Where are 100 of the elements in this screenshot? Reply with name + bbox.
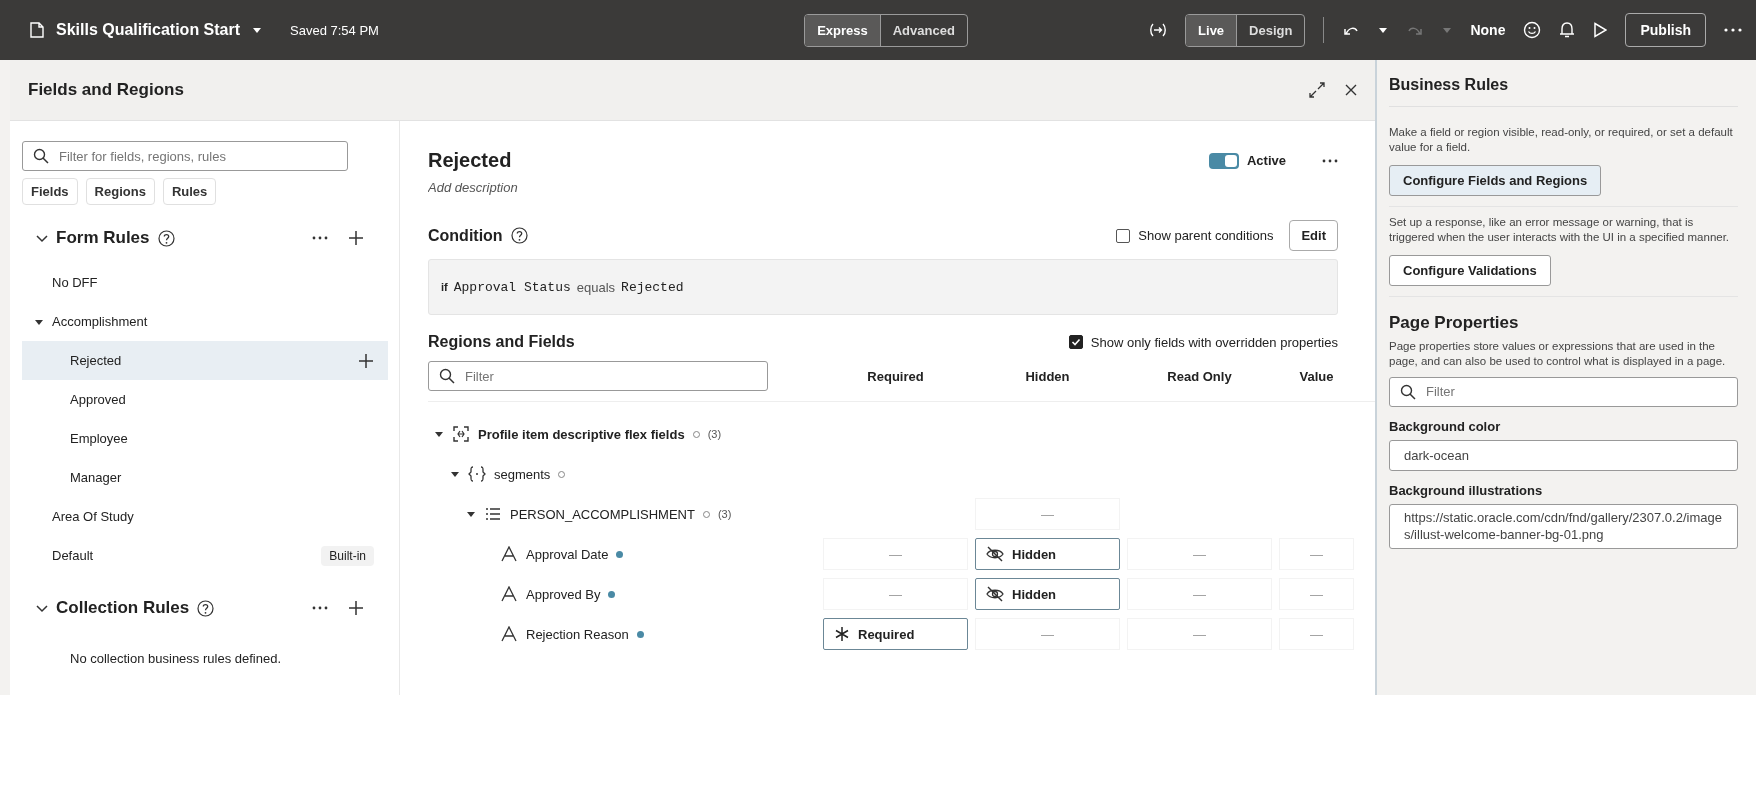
filter-field[interactable]: Filter bbox=[1389, 376, 1738, 407]
section-title: Page Properties bbox=[1389, 312, 1520, 333]
filter-chip[interactable]: Regions bbox=[85, 178, 155, 205]
rule-label: Approved bbox=[70, 392, 127, 407]
search-icon bbox=[33, 148, 49, 164]
column-header: Required bbox=[866, 368, 925, 384]
rule-item[interactable]: Area Of Study bbox=[22, 497, 388, 536]
text-field-icon bbox=[501, 546, 517, 562]
edit-button[interactable]: Edit bbox=[1289, 220, 1338, 251]
section-description: Set up a response, like an error message or warning, that is triggered when the user interacts with the UI in a specified manner. bbox=[1389, 214, 1731, 245]
required-chip[interactable]: Required bbox=[823, 618, 968, 650]
panel-title: Fields and Regions bbox=[28, 80, 184, 100]
section-description: Make a field or region visible, read-only, or required, or set a default value for a field. bbox=[1389, 125, 1734, 155]
search-icon bbox=[439, 368, 455, 384]
built-in-badge: Built-in bbox=[321, 545, 374, 566]
rule-label: Rejected bbox=[70, 353, 123, 368]
filter-chip[interactable]: Fields bbox=[22, 178, 78, 205]
more-icon[interactable] bbox=[1724, 28, 1742, 32]
publish-button[interactable]: Publish bbox=[1625, 13, 1706, 47]
search-field[interactable]: Filter for fields, regions, rules bbox=[22, 141, 348, 171]
rule-label: Accomplishment bbox=[52, 314, 149, 329]
text-area[interactable]: https://static.oracle.com/cdn/fnd/gallery/2307.0.2/images/illust-welcome-banner-bg-01.png bbox=[1389, 503, 1738, 549]
section-description: Page properties store values or expressions that are used in the page, and can also be used to control what is displayed in a page. bbox=[1389, 338, 1727, 369]
rule-item[interactable]: Default Built-in bbox=[22, 536, 388, 575]
page-title[interactable]: Skills Qualification Start bbox=[56, 21, 241, 39]
add-icon[interactable] bbox=[348, 600, 364, 616]
rule-item[interactable]: No DFF bbox=[22, 263, 388, 302]
rule-item[interactable]: Employee bbox=[22, 419, 388, 458]
view-tab[interactable]: Design bbox=[1236, 14, 1305, 46]
column-header: Value bbox=[1298, 368, 1335, 384]
help-icon[interactable] bbox=[510, 227, 528, 244]
field-label[interactable]: Rejection Reason bbox=[526, 626, 629, 642]
property-label: Background color bbox=[1389, 418, 1502, 434]
document-icon bbox=[30, 22, 44, 38]
more-icon[interactable] bbox=[312, 236, 328, 240]
chip-label: Hidden bbox=[1012, 586, 1057, 602]
rule-item[interactable]: Rejected bbox=[22, 341, 388, 380]
hidden-chip[interactable]: Hidden bbox=[975, 538, 1120, 570]
help-icon[interactable] bbox=[157, 229, 175, 247]
close-icon[interactable] bbox=[1345, 84, 1357, 96]
field-label[interactable]: Approval Date bbox=[526, 546, 609, 562]
property-label: Background illustrations bbox=[1389, 482, 1544, 498]
rule-label: No DFF bbox=[52, 275, 99, 290]
field-count: (3) bbox=[707, 428, 722, 440]
smiley-icon[interactable] bbox=[1523, 21, 1542, 39]
field-label[interactable]: Profile item descriptive flex fields bbox=[478, 426, 685, 442]
field-label[interactable]: PERSON_ACCOMPLISHMENT bbox=[510, 506, 695, 522]
chip-label: Required bbox=[858, 626, 915, 642]
list-icon bbox=[485, 507, 501, 521]
text-field[interactable]: dark-ocean bbox=[1389, 439, 1738, 471]
checkbox-label: Show only fields with overridden properties bbox=[1090, 334, 1338, 350]
empty-message: No collection business rules defined. bbox=[70, 651, 282, 666]
caret-icon[interactable] bbox=[1378, 26, 1389, 34]
hidden-chip[interactable]: Hidden bbox=[975, 578, 1120, 610]
view-tab[interactable]: Live bbox=[1186, 14, 1237, 46]
rule-item[interactable]: Approved bbox=[22, 380, 388, 419]
checkbox-label: Show parent conditions bbox=[1138, 228, 1274, 243]
field-label[interactable]: Approved By bbox=[526, 586, 601, 602]
column-header: Hidden bbox=[1024, 368, 1071, 384]
theme-menu[interactable]: None bbox=[1470, 22, 1506, 38]
mode-tab[interactable]: Express bbox=[805, 14, 880, 46]
condition-title: Condition bbox=[428, 226, 503, 245]
filter-chip[interactable]: Rules bbox=[162, 178, 217, 205]
section-title: Collection Rules bbox=[56, 598, 190, 618]
text-field-icon bbox=[501, 586, 517, 602]
region-icon bbox=[453, 426, 469, 442]
caret-icon[interactable] bbox=[450, 469, 460, 479]
add-icon[interactable] bbox=[358, 352, 374, 369]
rule-label: Employee bbox=[70, 431, 129, 446]
caret-icon[interactable] bbox=[466, 509, 476, 519]
more-icon[interactable] bbox=[312, 606, 328, 610]
configure-button[interactable]: Configure Validations bbox=[1389, 254, 1551, 286]
caret-icon[interactable] bbox=[434, 429, 444, 439]
expand-icon[interactable] bbox=[1309, 82, 1325, 98]
checkbox[interactable] bbox=[1068, 335, 1083, 349]
rule-item[interactable]: Accomplishment bbox=[22, 302, 388, 341]
filter-field[interactable]: Filter bbox=[428, 361, 768, 391]
search-icon bbox=[1400, 383, 1416, 400]
rule-item[interactable]: Manager bbox=[22, 458, 388, 497]
saved-status: Saved 7:54 PM bbox=[290, 22, 379, 38]
field-label[interactable]: segments bbox=[494, 466, 551, 482]
configure-button[interactable]: Configure Fields and Regions bbox=[1389, 164, 1602, 196]
asterisk-icon bbox=[834, 626, 850, 642]
more-icon[interactable] bbox=[1322, 158, 1338, 163]
mode-tab[interactable]: Advanced bbox=[879, 14, 967, 46]
eye-off-icon bbox=[986, 546, 1004, 562]
section-title: Form Rules bbox=[56, 228, 150, 248]
preview-icon[interactable] bbox=[1149, 22, 1168, 38]
rule-label: Manager bbox=[70, 470, 123, 485]
chevron-icon[interactable] bbox=[36, 233, 48, 243]
rule-title: Rejected bbox=[428, 149, 513, 172]
help-icon[interactable] bbox=[197, 599, 215, 617]
bell-icon[interactable] bbox=[1559, 21, 1576, 39]
active-toggle[interactable] bbox=[1208, 152, 1239, 169]
chevron-icon[interactable] bbox=[36, 603, 48, 613]
eye-off-icon bbox=[986, 586, 1004, 602]
checkbox[interactable] bbox=[1116, 228, 1131, 243]
play-icon[interactable] bbox=[1593, 22, 1608, 38]
caret-icon[interactable] bbox=[252, 26, 263, 34]
add-icon[interactable] bbox=[348, 230, 364, 246]
